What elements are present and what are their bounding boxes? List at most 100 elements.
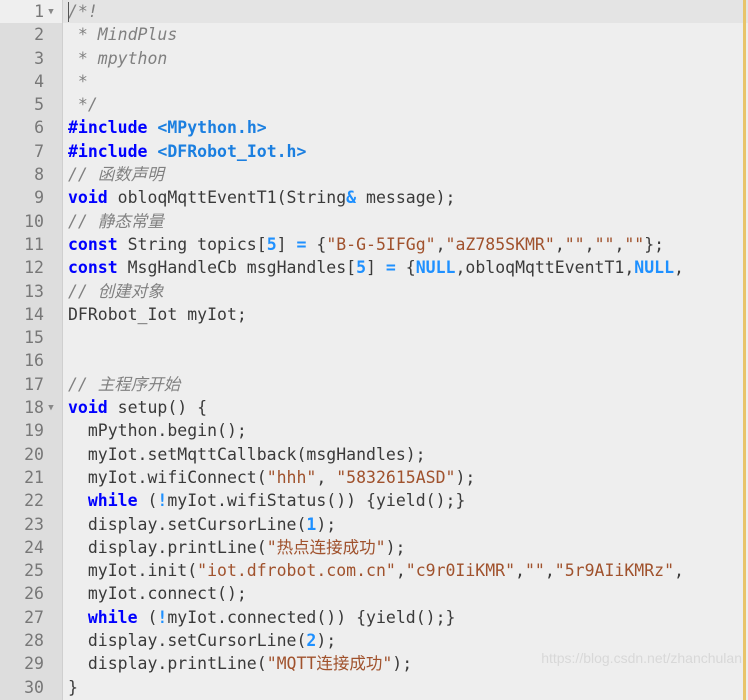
gutter-row-6[interactable]: 6▼ <box>0 116 62 139</box>
line-number: 24 <box>24 537 44 557</box>
line-number: 23 <box>24 514 44 534</box>
token-str: "aZ785SKMR" <box>445 234 555 254</box>
token-plain: obloqMqttEventT1(String <box>107 188 347 208</box>
token-plain: mPython.begin(); <box>68 421 247 441</box>
line-number: 14 <box>24 304 44 324</box>
token-plain: ); <box>385 537 406 557</box>
gutter-row-3[interactable]: 3▼ <box>0 47 62 70</box>
gutter-row-22[interactable]: 22▼ <box>0 489 62 512</box>
gutter-row-26[interactable]: 26▼ <box>0 582 62 605</box>
gutter-row-21[interactable]: 21▼ <box>0 466 62 489</box>
code-line-7[interactable]: #include <DFRobot_Iot.h> <box>63 140 748 163</box>
code-line-22[interactable]: while (!myIot.wifiStatus()) {yield();} <box>63 489 748 512</box>
line-number: 22 <box>24 491 44 511</box>
code-line-13[interactable]: // 创建对象 <box>63 280 748 303</box>
code-line-12[interactable]: const MsgHandleCb msgHandles[5] = {NULL,… <box>63 256 748 279</box>
line-number: 2 <box>34 25 44 45</box>
code-line-18[interactable]: void setup() { <box>63 396 748 419</box>
token-plain: myIot.wifiConnect( <box>68 467 267 487</box>
code-line-9[interactable]: void obloqMqttEventT1(String& message); <box>63 186 748 209</box>
code-line-28[interactable]: display.setCursorLine(2); <box>63 629 748 652</box>
gutter-row-9[interactable]: 9▼ <box>0 186 62 209</box>
code-line-8[interactable]: // 函数声明 <box>63 163 748 186</box>
gutter-row-23[interactable]: 23▼ <box>0 513 62 536</box>
gutter-row-13[interactable]: 13▼ <box>0 280 62 303</box>
token-str: "hhh" <box>266 467 317 487</box>
code-line-11[interactable]: const String topics[5] = {"B-G-5IFGg","a… <box>63 233 748 256</box>
code-line-16[interactable] <box>63 349 748 372</box>
token-kw: void <box>68 398 108 418</box>
gutter-divider <box>62 0 63 700</box>
line-number: 12 <box>24 258 44 278</box>
code-line-26[interactable]: myIot.connect(); <box>63 582 748 605</box>
code-content-area[interactable]: /*! * MindPlus * mpython * */#include <M… <box>63 0 748 700</box>
token-str: "5r9AIiKMRz" <box>554 561 675 581</box>
token-cmt: */ <box>68 95 98 115</box>
gutter-row-28[interactable]: 28▼ <box>0 629 62 652</box>
code-line-10[interactable]: // 静态常量 <box>63 210 748 233</box>
code-line-5[interactable]: */ <box>63 93 748 116</box>
gutter-row-5[interactable]: 5▼ <box>0 93 62 116</box>
code-line-14[interactable]: DFRobot_Iot myIot; <box>63 303 748 326</box>
code-line-3[interactable]: * mpython <box>63 47 748 70</box>
code-line-6[interactable]: #include <MPython.h> <box>63 116 748 139</box>
code-line-2[interactable]: * MindPlus <box>63 23 748 46</box>
gutter-row-30[interactable]: 30▼ <box>0 676 62 699</box>
gutter-row-8[interactable]: 8▼ <box>0 163 62 186</box>
line-number: 3 <box>34 48 44 68</box>
code-line-17[interactable]: // 主程序开始 <box>63 373 748 396</box>
token-plain: , <box>614 234 625 254</box>
token-plain: } <box>68 677 78 697</box>
code-line-29[interactable]: display.printLine("MQTT连接成功"); <box>63 652 748 675</box>
code-line-23[interactable]: display.setCursorLine(1); <box>63 513 748 536</box>
gutter-row-17[interactable]: 17▼ <box>0 373 62 396</box>
code-line-15[interactable] <box>63 326 748 349</box>
code-line-24[interactable]: display.printLine("热点连接成功"); <box>63 536 748 559</box>
token-plain: }; <box>644 234 665 254</box>
gutter-row-29[interactable]: 29▼ <box>0 652 62 675</box>
token-plain: ( <box>137 607 158 627</box>
code-line-4[interactable]: * <box>63 70 748 93</box>
gutter-row-10[interactable]: 10▼ <box>0 210 62 233</box>
code-line-27[interactable]: while (!myIot.connected()) {yield();} <box>63 606 748 629</box>
chevron-down-icon[interactable]: ▼ <box>44 404 58 413</box>
gutter-row-11[interactable]: 11▼ <box>0 233 62 256</box>
gutter-row-25[interactable]: 25▼ <box>0 559 62 582</box>
code-line-21[interactable]: myIot.wifiConnect("hhh", "5832615ASD"); <box>63 466 748 489</box>
code-line-20[interactable]: myIot.setMqttCallback(msgHandles); <box>63 443 748 466</box>
line-number: 20 <box>24 444 44 464</box>
gutter-row-7[interactable]: 7▼ <box>0 140 62 163</box>
code-line-25[interactable]: myIot.init("iot.dfrobot.com.cn","c9r0IiK… <box>63 559 748 582</box>
gutter-row-19[interactable]: 19▼ <box>0 419 62 442</box>
code-line-19[interactable]: mPython.begin(); <box>63 419 748 442</box>
line-number: 10 <box>24 211 44 231</box>
token-cmt: // 创建对象 <box>68 281 164 301</box>
token-const: NULL <box>415 258 456 278</box>
token-kw: while <box>87 491 138 511</box>
gutter-row-24[interactable]: 24▼ <box>0 536 62 559</box>
token-op: = <box>385 258 396 278</box>
line-number: 18 <box>24 398 44 418</box>
gutter-row-1[interactable]: 1 ▼ <box>0 0 62 24</box>
code-line-1[interactable]: /*! <box>63 0 748 24</box>
line-number-gutter[interactable]: 1▼2▼3▼4▼5▼6▼7▼8▼9▼10▼11▼12▼13▼14▼15▼16▼1… <box>0 0 62 700</box>
code-editor[interactable]: 1▼2▼3▼4▼5▼6▼7▼8▼9▼10▼11▼12▼13▼14▼15▼16▼1… <box>0 0 748 700</box>
gutter-row-2[interactable]: 2▼ <box>0 23 62 46</box>
gutter-row-4[interactable]: 4▼ <box>0 70 62 93</box>
gutter-row-20[interactable]: 20▼ <box>0 443 62 466</box>
gutter-row-18[interactable]: 18 ▼ <box>0 396 62 419</box>
code-line-30[interactable]: } <box>63 676 748 699</box>
token-kw: const <box>68 258 118 278</box>
token-kw: const <box>68 234 118 254</box>
token-cmt: /*! <box>68 2 98 21</box>
gutter-row-27[interactable]: 27▼ <box>0 606 62 629</box>
gutter-row-12[interactable]: 12▼ <box>0 256 62 279</box>
line-number: 5 <box>34 95 44 115</box>
gutter-row-14[interactable]: 14▼ <box>0 303 62 326</box>
gutter-row-16[interactable]: 16▼ <box>0 349 62 372</box>
line-number: 21 <box>24 467 44 487</box>
chevron-down-icon[interactable]: ▼ <box>44 8 58 17</box>
token-num: 2 <box>306 631 317 651</box>
gutter-row-15[interactable]: 15▼ <box>0 326 62 349</box>
token-plain: , <box>544 561 555 581</box>
